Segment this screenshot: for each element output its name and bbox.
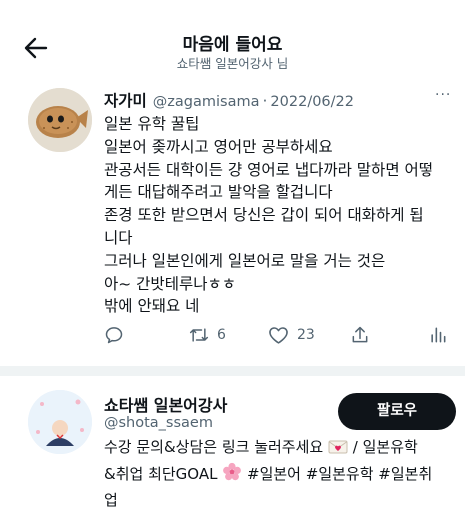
bio-text: 수강 문의&상담은 링크 눌러주세요	[104, 438, 324, 456]
profile-bio: 수강 문의&상담은 링크 눌러주세요 / 일본유학 &취업 최단GOAL #일본…	[104, 436, 459, 512]
page-subtitle: 쇼타쌤 일본어강사 님	[176, 56, 289, 71]
tweet-line: 게든 대답해주려고 발악을 할겁니다	[104, 183, 333, 202]
analytics-button[interactable]	[428, 322, 448, 348]
separator-dot: ·	[262, 92, 268, 110]
profile-avatar[interactable]	[28, 390, 92, 454]
section-divider	[0, 366, 465, 376]
share-icon	[352, 326, 368, 343]
tweet-line: 관공서든 대학이든 걍 영어로 냅다까라 말하면 어떻	[104, 160, 434, 179]
avatar[interactable]	[28, 88, 92, 152]
love-letter-emoji-icon	[328, 439, 348, 462]
reply-button[interactable]	[104, 322, 124, 348]
tweet-line: 그러나 일본인에게 일본어로 말을 거는 것은	[104, 251, 386, 270]
retweet-button[interactable]: 6	[189, 322, 226, 348]
cherry-blossom-emoji-icon	[222, 462, 242, 489]
share-button[interactable]	[350, 322, 370, 348]
retweet-icon	[189, 328, 209, 342]
tweet-date[interactable]: 2022/06/22	[270, 94, 354, 110]
tweet-line: 밖에 안돼요 네	[104, 297, 200, 316]
follow-button[interactable]: 팔로우	[338, 393, 456, 430]
heart-icon	[269, 327, 288, 344]
retweet-count: 6	[217, 327, 226, 343]
bio-line: 수강 문의&상담은 링크 눌러주세요 / 일본유학	[104, 436, 459, 462]
header: 마음에 들어요 쇼타쌤 일본어강사 님	[0, 0, 465, 80]
tweet-header: 자가미 @zagamisama · 2022/06/22	[104, 89, 454, 110]
bio-text: &취업 최단GOAL	[104, 465, 218, 483]
tweet-text: 일본 유학 꿀팁 일본어 좆까시고 영어만 공부하세요 관공서든 대학이든 걍 …	[104, 113, 459, 318]
bio-text: / 일본유학	[352, 438, 418, 456]
hashtag-text[interactable]: #일본어 #일본유학 #일본취	[247, 465, 432, 483]
page-title: 마음에 들어요	[182, 35, 283, 55]
tweet-author-name[interactable]: 자가미	[104, 92, 147, 110]
profile-handle[interactable]: @shota_ssaem	[104, 415, 213, 431]
analytics-icon	[431, 327, 446, 343]
profile-name[interactable]: 쇼타쌤 일본어강사	[104, 392, 227, 416]
tweet-line: 일본 유학 꿀팁	[104, 115, 200, 133]
tweet-line: 아~ 간밧테루나ㅎㅎ	[104, 274, 236, 293]
reply-icon	[105, 327, 123, 344]
bio-line[interactable]: 업	[104, 489, 459, 512]
tweet-line: 존경 또한 받으면서 당신은 갑이 되어 대화하게 됩	[104, 206, 424, 225]
tweet-line: 니다	[104, 228, 133, 247]
tweet-line: 일본어 좆까시고 영어만 공부하세요	[104, 137, 333, 156]
tweet-author-handle[interactable]: @zagamisama	[153, 94, 260, 110]
like-button[interactable]: 23	[268, 322, 315, 348]
more-options-icon[interactable]: ···	[435, 87, 455, 103]
like-count: 23	[297, 327, 315, 343]
bio-line: &취업 최단GOAL #일본어 #일본유학 #일본취	[104, 462, 459, 489]
